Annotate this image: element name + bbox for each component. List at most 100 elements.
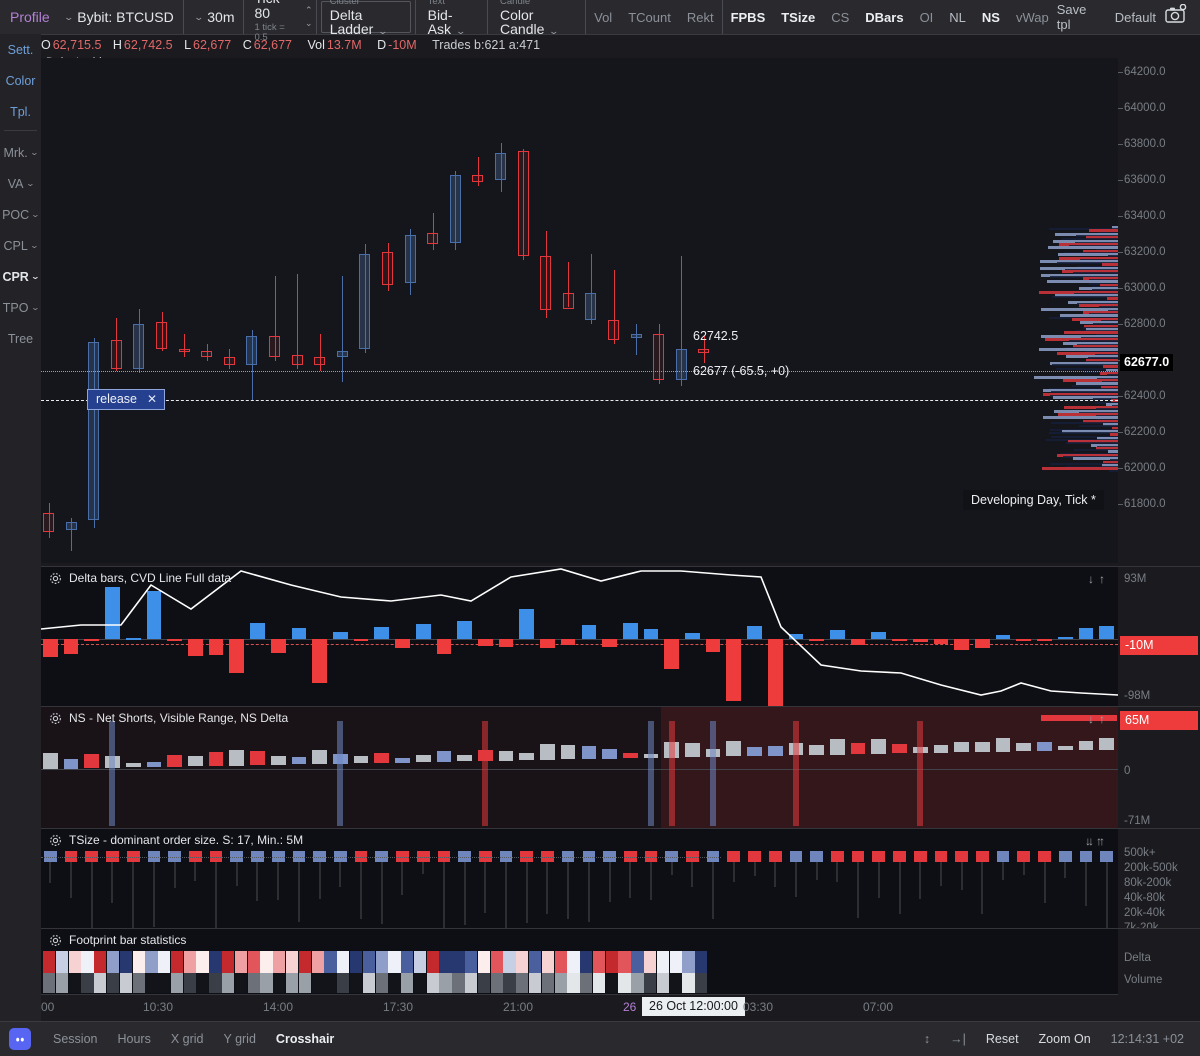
save-template-button[interactable]: Save tpl <box>1057 2 1101 32</box>
chevron-down-icon[interactable]: ⌄ <box>30 303 39 312</box>
toolbar-item-ns[interactable]: NS <box>974 10 1008 25</box>
chevron-down-icon[interactable]: ⌄ <box>29 148 38 157</box>
camera-icon[interactable] <box>1164 3 1188 31</box>
arrow-up-icon[interactable]: ↑ <box>1096 834 1107 848</box>
price-chart[interactable]: 62742.5 62677 (-65.5, +0) release ✕ Deve… <box>41 58 1118 563</box>
candle-body[interactable] <box>110 339 122 369</box>
candle-body[interactable] <box>269 335 280 358</box>
candle-body[interactable] <box>427 232 439 245</box>
candle-body[interactable] <box>88 341 100 521</box>
sidebar-item-tpl[interactable]: Tpl. <box>0 96 41 127</box>
candle-body[interactable] <box>495 153 506 181</box>
gear-icon[interactable] <box>49 834 62 847</box>
toolbar-item-nl[interactable]: NL <box>941 10 974 25</box>
sidebar-item-tpo[interactable]: TPO ⌄ <box>0 292 41 323</box>
candle-body[interactable] <box>178 349 190 353</box>
panel-delta-bars-title[interactable]: Delta bars, CVD Line Full data <box>49 571 231 585</box>
panel-delta-bars[interactable]: Delta bars, CVD Line Full data ↓↑ <box>41 566 1118 707</box>
text-selector[interactable]: Text Bid-Ask ⌄ <box>420 0 483 37</box>
status-hours[interactable]: Hours <box>107 1032 160 1046</box>
chevron-down-icon[interactable]: ⌄ <box>29 241 38 250</box>
candle-body[interactable] <box>156 322 167 350</box>
candle-body[interactable] <box>585 293 597 321</box>
sidebar-item-sett[interactable]: Sett. <box>0 34 41 65</box>
panel-footprint-stats[interactable]: Footprint bar statistics <box>41 928 1118 995</box>
chevron-down-icon[interactable]: ⌄ <box>31 210 40 219</box>
price-axis[interactable]: 64200.0 64000.0 63800.0 63600.0 63400.0 63200… <box>1118 58 1200 563</box>
panel-tsize-title[interactable]: TSize - dominant order size. S: 17, Min.… <box>49 833 303 847</box>
chevron-down-icon[interactable]: ⌄ <box>25 179 34 188</box>
status-xgrid[interactable]: X grid <box>161 1032 214 1046</box>
candle-body[interactable] <box>517 151 529 257</box>
status-ygrid[interactable]: Y grid <box>213 1032 265 1046</box>
candle-body[interactable] <box>449 174 461 243</box>
tick-size-field[interactable]: Tick * 80 1 tick = 0.5 <box>244 0 301 42</box>
sidebar-item-cpr[interactable]: CPR ⌄ <box>0 261 41 292</box>
scroll-to-end-icon[interactable]: →| <box>940 1032 976 1046</box>
panel-tsize[interactable]: TSize - dominant order size. S: 17, Min.… <box>41 828 1118 929</box>
chevron-up-icon[interactable]: ⌃ <box>305 4 313 18</box>
candle-body[interactable] <box>540 256 552 311</box>
default-template-button[interactable]: Default <box>1101 10 1164 25</box>
panel-net-shorts-title[interactable]: NS - Net Shorts, Visible Range, NS Delta <box>49 711 288 725</box>
candle-body[interactable] <box>359 254 371 350</box>
sidebar-item-va[interactable]: VA ⌄ <box>0 168 41 199</box>
toolbar-item-tsize[interactable]: TSize <box>773 10 823 25</box>
arrow-down-icon[interactable]: ↓ <box>1085 834 1096 848</box>
time-axis[interactable]: 26 Oct 12:00:00 00 10:30 14:00 17:30 21:00 26… <box>41 994 1118 1021</box>
toolbar-item-dbars[interactable]: DBars <box>857 10 911 25</box>
gear-icon[interactable] <box>49 934 62 947</box>
sidebar-item-color[interactable]: Color <box>0 65 41 96</box>
candle-body[interactable] <box>201 351 213 358</box>
sidebar-item-tree[interactable]: Tree <box>0 323 41 354</box>
vertical-resize-icon[interactable]: ↕ <box>914 1032 940 1046</box>
candle-body[interactable] <box>223 357 235 365</box>
candle-body[interactable] <box>291 355 303 365</box>
delta-axis[interactable]: 93M -10M -98M <box>1118 566 1200 707</box>
discord-icon[interactable] <box>9 1028 31 1050</box>
sidebar-item-mrk[interactable]: Mrk. ⌄ <box>0 137 41 168</box>
timeframe-selector[interactable]: ⌄ 30m <box>184 0 244 34</box>
toolbar-item-fpbs[interactable]: FPBS <box>723 10 774 25</box>
net-shorts-axis[interactable]: 65M 0 -71M <box>1118 706 1200 829</box>
candle-body[interactable] <box>246 335 258 365</box>
symbol-selector[interactable]: ⌄ Bybit: BTCUSD <box>54 0 183 34</box>
panel-footprint-title[interactable]: Footprint bar statistics <box>49 933 186 947</box>
tick-stepper[interactable]: ⌃ ⌄ <box>302 0 316 34</box>
arrow-down-icon[interactable]: ↓ <box>1088 712 1099 726</box>
toolbar-item-tcount[interactable]: TCount <box>620 10 679 25</box>
gear-icon[interactable] <box>49 712 62 725</box>
cluster-selector[interactable]: Cluster Delta Ladder ⌄ <box>320 0 411 37</box>
panel-scale-arrows[interactable]: ↓↑ <box>1088 712 1110 726</box>
arrow-up-icon[interactable]: ↑ <box>1099 572 1110 586</box>
candle-body[interactable] <box>382 252 393 286</box>
candle-body[interactable] <box>472 174 484 183</box>
panel-scale-arrows[interactable]: ↓↑ <box>1088 572 1110 586</box>
sidebar-item-poc[interactable]: POC ⌄ <box>0 199 41 230</box>
candle-body[interactable] <box>608 320 619 340</box>
panel-net-shorts[interactable]: NS - Net Shorts, Visible Range, NS Delta… <box>41 706 1118 829</box>
candle-selector[interactable]: Candle Color Candle ⌄ <box>492 0 581 37</box>
arrow-up-icon[interactable]: ↑ <box>1099 712 1110 726</box>
toolbar-item-oi[interactable]: OI <box>912 10 942 25</box>
status-session[interactable]: Session <box>43 1032 107 1046</box>
candle-body[interactable] <box>314 357 326 365</box>
chevron-down-icon[interactable]: ⌄ <box>31 272 40 281</box>
candle-body[interactable] <box>65 522 77 530</box>
panel-scale-arrows[interactable]: ↓↑ <box>1085 834 1192 848</box>
gear-icon[interactable] <box>49 572 62 585</box>
toolbar-item-rekt[interactable]: Rekt <box>679 10 722 25</box>
toolbar-item-cs[interactable]: CS <box>823 10 857 25</box>
reset-button[interactable]: Reset <box>976 1032 1029 1046</box>
candle-body[interactable] <box>698 349 710 354</box>
candle-body[interactable] <box>336 351 348 358</box>
zoom-toggle[interactable]: Zoom On <box>1029 1032 1101 1046</box>
release-marker[interactable]: release ✕ <box>87 389 166 410</box>
candle-body[interactable] <box>133 324 145 369</box>
candle-body[interactable] <box>630 333 642 338</box>
profile-button[interactable]: Profile <box>0 0 54 34</box>
candle-body[interactable] <box>675 349 687 381</box>
candle-body[interactable] <box>43 512 54 532</box>
candle-body[interactable] <box>404 234 416 284</box>
sidebar-item-cpl[interactable]: CPL ⌄ <box>0 230 41 261</box>
